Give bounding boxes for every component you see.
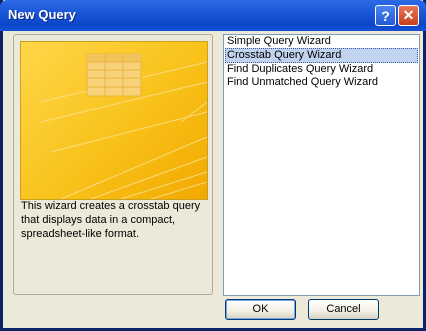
help-icon: ? (381, 7, 390, 24)
list-item-simple-query-wizard[interactable]: Simple Query Wizard (224, 35, 419, 48)
list-item-crosstab-query-wizard[interactable]: Crosstab Query Wizard (225, 48, 418, 63)
list-item-find-duplicates-query-wizard[interactable]: Find Duplicates Query Wizard (224, 63, 419, 76)
list-item-find-unmatched-query-wizard[interactable]: Find Unmatched Query Wizard (224, 76, 419, 89)
wizard-preview-image (20, 41, 208, 200)
title-bar[interactable]: New Query ? ✕ (0, 0, 426, 31)
help-button[interactable]: ? (375, 5, 396, 26)
close-button[interactable]: ✕ (398, 5, 419, 26)
cancel-button[interactable]: Cancel (308, 299, 379, 320)
wizard-description: This wizard creates a crosstab query tha… (21, 200, 201, 240)
preview-panel: This wizard creates a crosstab query tha… (13, 34, 213, 295)
ok-button[interactable]: OK (225, 299, 296, 320)
crosstab-illustration-icon (40, 53, 207, 199)
wizard-list[interactable]: Simple Query Wizard Crosstab Query Wizar… (223, 34, 420, 296)
table-grid-icon (86, 53, 142, 97)
window-title: New Query (8, 7, 76, 22)
new-query-dialog: New Query ? ✕ This wizard creates a cros… (0, 0, 426, 331)
close-icon: ✕ (402, 7, 415, 23)
